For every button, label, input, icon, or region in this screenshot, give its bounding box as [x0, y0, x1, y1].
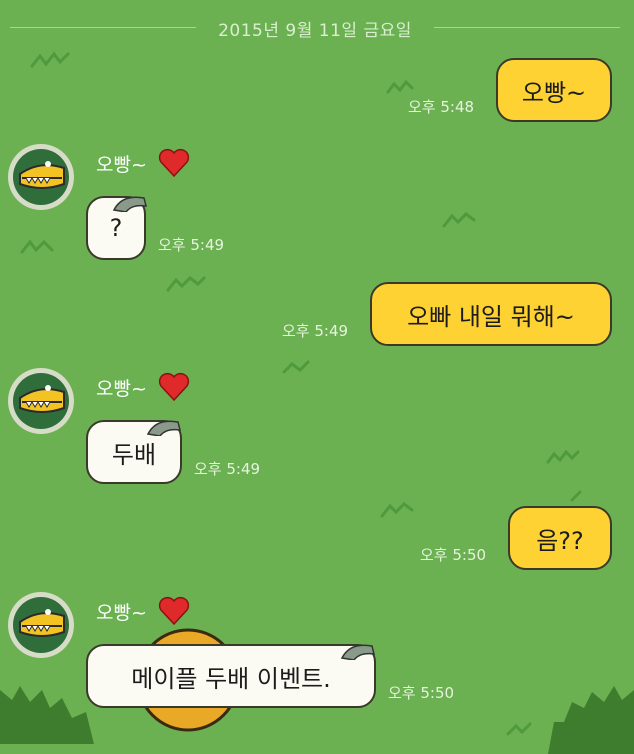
message-time: 오후 5:49	[194, 460, 261, 478]
crocodile-icon	[13, 149, 69, 205]
heart-icon	[158, 372, 190, 402]
heart-icon	[158, 596, 190, 626]
heart-icon	[158, 148, 190, 178]
date-divider: 2015년 9월 11일 금요일	[0, 14, 634, 41]
crocodile-avatar[interactable]	[8, 368, 74, 434]
their-message-bubble[interactable]: 메이플 두배 이벤트.	[86, 644, 376, 708]
crocodile-icon	[13, 597, 69, 653]
croc-peek-icon	[340, 644, 375, 660]
crocodile-avatar[interactable]	[8, 144, 74, 210]
divider-line-left	[10, 27, 196, 28]
crocodile-avatar[interactable]	[8, 592, 74, 658]
message-time: 오후 5:48	[408, 98, 475, 116]
croc-peek-icon	[146, 420, 181, 436]
croc-peek-icon	[112, 196, 147, 212]
crocodile-icon	[13, 373, 69, 429]
my-message-bubble[interactable]: 음??	[508, 506, 612, 570]
message-time: 오후 5:50	[388, 684, 455, 702]
sender-name: 오빵~	[96, 154, 147, 176]
date-label: 2015년 9월 11일 금요일	[218, 21, 412, 41]
sender-name: 오빵~	[96, 602, 147, 624]
message-time: 오후 5:49	[158, 236, 225, 254]
sender-name: 오빵~	[96, 378, 147, 400]
divider-line-right	[434, 27, 620, 28]
message-time: 오후 5:50	[420, 546, 487, 564]
my-message-bubble[interactable]: 오빠 내일 뭐해~	[370, 282, 612, 346]
message-time: 오후 5:49	[282, 322, 349, 340]
my-message-bubble[interactable]: 오빵~	[496, 58, 612, 122]
